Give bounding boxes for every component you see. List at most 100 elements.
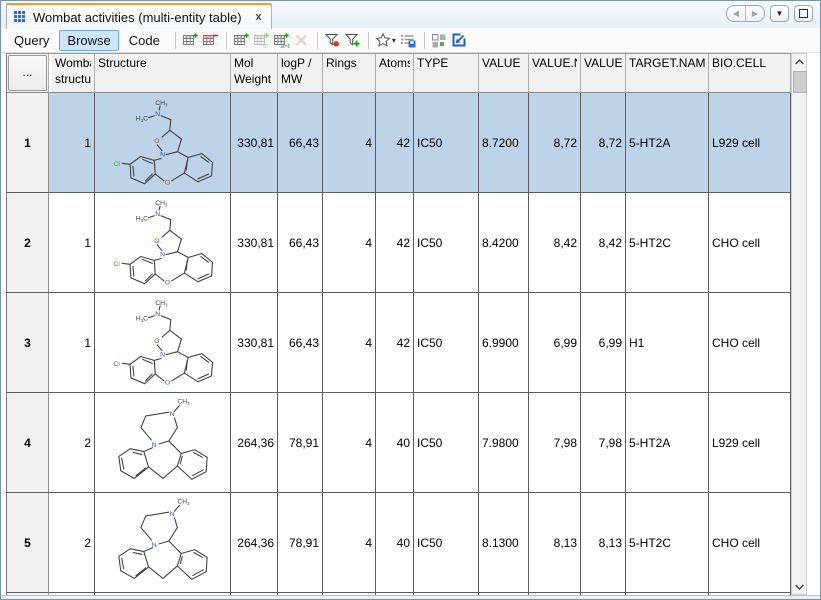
cell-target[interactable]: 5-HT2C (626, 493, 709, 593)
filter-add-icon[interactable] (343, 30, 363, 50)
header-cell-mw[interactable]: MolWeight (231, 54, 278, 93)
cell-value_num[interactable]: 6,99 (529, 293, 581, 393)
cell-logp[interactable]: 66,43 (278, 293, 323, 393)
tab-list-dropdown-icon[interactable]: ▼ (770, 5, 789, 22)
cell-mw[interactable]: 330,81 (231, 93, 278, 193)
cell-value[interactable]: 7.9800 (479, 393, 529, 493)
cell-atoms[interactable]: 40 (376, 393, 414, 493)
cell-target[interactable]: 5-HT2A (626, 393, 709, 493)
header-cell-target[interactable]: TARGET.NAM (626, 54, 709, 93)
column-chooser-button[interactable]: ... (8, 55, 47, 91)
cell-mw[interactable]: 264,36 (231, 493, 278, 593)
corner-header-cell[interactable]: ... (7, 54, 49, 93)
filter-active-icon[interactable] (323, 30, 343, 50)
cell-wombat[interactable]: 1 (52, 93, 95, 193)
cell-atoms[interactable]: 40 (376, 493, 414, 593)
mode-button-code[interactable]: Code (121, 30, 168, 51)
mode-button-browse[interactable]: Browse (59, 30, 118, 51)
cell-rings[interactable]: 4 (323, 393, 376, 493)
scrollbar-thumb[interactable] (793, 71, 807, 93)
cell-mw[interactable]: 330,81 (231, 293, 278, 393)
tab-close-icon[interactable]: x (256, 12, 262, 23)
scroll-down-icon[interactable] (792, 579, 806, 594)
cell-atoms[interactable]: 42 (376, 193, 414, 293)
add-data-table-icon[interactable] (232, 30, 252, 50)
structure-cell[interactable]: CH3 N H3C O N Cl O (95, 293, 231, 393)
cell-cell[interactable]: CHO cell (709, 193, 791, 293)
cell-value_num[interactable]: 8,72 (529, 93, 581, 193)
cell-type[interactable]: IC50 (414, 93, 479, 193)
row-number[interactable]: 4 (7, 393, 49, 493)
header-cell-cell[interactable]: BIO.CELL (709, 54, 791, 93)
header-cell-structure[interactable]: Structure (95, 54, 231, 93)
tab-wombat-activities[interactable]: Wombat activities (multi-entity table) x (6, 3, 272, 29)
vertical-scrollbar[interactable] (791, 53, 807, 595)
header-cell-type[interactable]: TYPE (414, 54, 479, 93)
cell-logp[interactable]: 78,91 (278, 393, 323, 493)
header-cell-wombat[interactable]: Wombatstructure (52, 54, 95, 93)
remove-row-icon[interactable] (201, 30, 221, 50)
cell-logp[interactable]: 78,91 (278, 493, 323, 593)
cell-value[interactable]: 6.9900 (479, 293, 529, 393)
cell-value_2[interactable]: 6,99 (581, 293, 626, 393)
maximize-icon[interactable] (794, 5, 813, 22)
cell-atoms[interactable]: 42 (376, 93, 414, 193)
header-cell-value_2[interactable]: VALUE. (581, 54, 626, 93)
column-settings-save-icon[interactable] (399, 30, 419, 50)
cell-cell[interactable]: CHO cell (709, 493, 791, 593)
cell-type[interactable]: IC50 (414, 493, 479, 593)
cell-wombat[interactable]: 1 (52, 293, 95, 393)
cell-value[interactable]: 8.4200 (479, 193, 529, 293)
cell-rings[interactable]: 4 (323, 193, 376, 293)
export-icon[interactable] (450, 30, 470, 50)
cell-cell[interactable]: L929 cell (709, 393, 791, 493)
grid-view-icon[interactable] (430, 30, 450, 50)
cell-value[interactable]: 8.1300 (479, 493, 529, 593)
structure-cell[interactable]: CH3 N H3C O N Cl O (95, 193, 231, 293)
mode-button-query[interactable]: Query (6, 30, 57, 51)
cell-value_2[interactable]: 8,72 (581, 93, 626, 193)
cell-wombat[interactable]: 2 (52, 493, 95, 593)
cell-value_2[interactable]: 8,13 (581, 493, 626, 593)
cell-mw[interactable]: 264,36 (231, 393, 278, 493)
cell-rings[interactable]: 4 (323, 493, 376, 593)
cell-rings[interactable]: 4 (323, 93, 376, 193)
row-number[interactable]: 3 (7, 293, 49, 393)
cell-value_2[interactable]: 7,98 (581, 393, 626, 493)
cell-value_2[interactable]: 8,42 (581, 193, 626, 293)
cell-target[interactable]: H1 (626, 293, 709, 393)
cell-value_num[interactable]: 8,42 (529, 193, 581, 293)
structure-cell[interactable]: CH3 N N (95, 493, 231, 593)
cell-value[interactable]: 8.7200 (479, 93, 529, 193)
cell-wombat[interactable]: 2 (52, 393, 95, 493)
cell-rings[interactable]: 4 (323, 293, 376, 393)
cell-type[interactable]: IC50 (414, 293, 479, 393)
add-calculated-column-icon[interactable]: a+b (272, 30, 292, 50)
row-number[interactable]: 5 (7, 493, 49, 593)
row-number[interactable]: 2 (7, 193, 49, 293)
structure-cell[interactable]: CH3 N H3C O N Cl O (95, 93, 231, 193)
cell-target[interactable]: 5-HT2A (626, 93, 709, 193)
cell-target[interactable]: 5-HT2C (626, 193, 709, 293)
cell-wombat[interactable]: 1 (52, 193, 95, 293)
header-cell-value[interactable]: VALUE (479, 54, 529, 93)
row-number[interactable]: 1 (7, 93, 49, 193)
cell-value_num[interactable]: 7,98 (529, 393, 581, 493)
cell-type[interactable]: IC50 (414, 193, 479, 293)
cell-mw[interactable]: 330,81 (231, 193, 278, 293)
cell-logp[interactable]: 66,43 (278, 193, 323, 293)
header-cell-value_num[interactable]: VALUE.N (529, 54, 581, 93)
header-cell-atoms[interactable]: Atoms (376, 54, 414, 93)
add-row-icon[interactable] (181, 30, 201, 50)
cell-atoms[interactable]: 42 (376, 293, 414, 393)
cell-cell[interactable]: L929 cell (709, 93, 791, 193)
favorites-star-icon[interactable] (374, 30, 394, 50)
header-cell-rings[interactable]: Rings (323, 54, 376, 93)
cell-type[interactable]: IC50 (414, 393, 479, 493)
structure-cell[interactable]: CH3 N N (95, 393, 231, 493)
cell-value_num[interactable]: 8,13 (529, 493, 581, 593)
header-cell-logp[interactable]: logP /MW (278, 54, 323, 93)
dropdown-caret-icon[interactable]: ▾ (392, 36, 396, 45)
scroll-up-icon[interactable] (792, 54, 806, 69)
cell-logp[interactable]: 66,43 (278, 93, 323, 193)
